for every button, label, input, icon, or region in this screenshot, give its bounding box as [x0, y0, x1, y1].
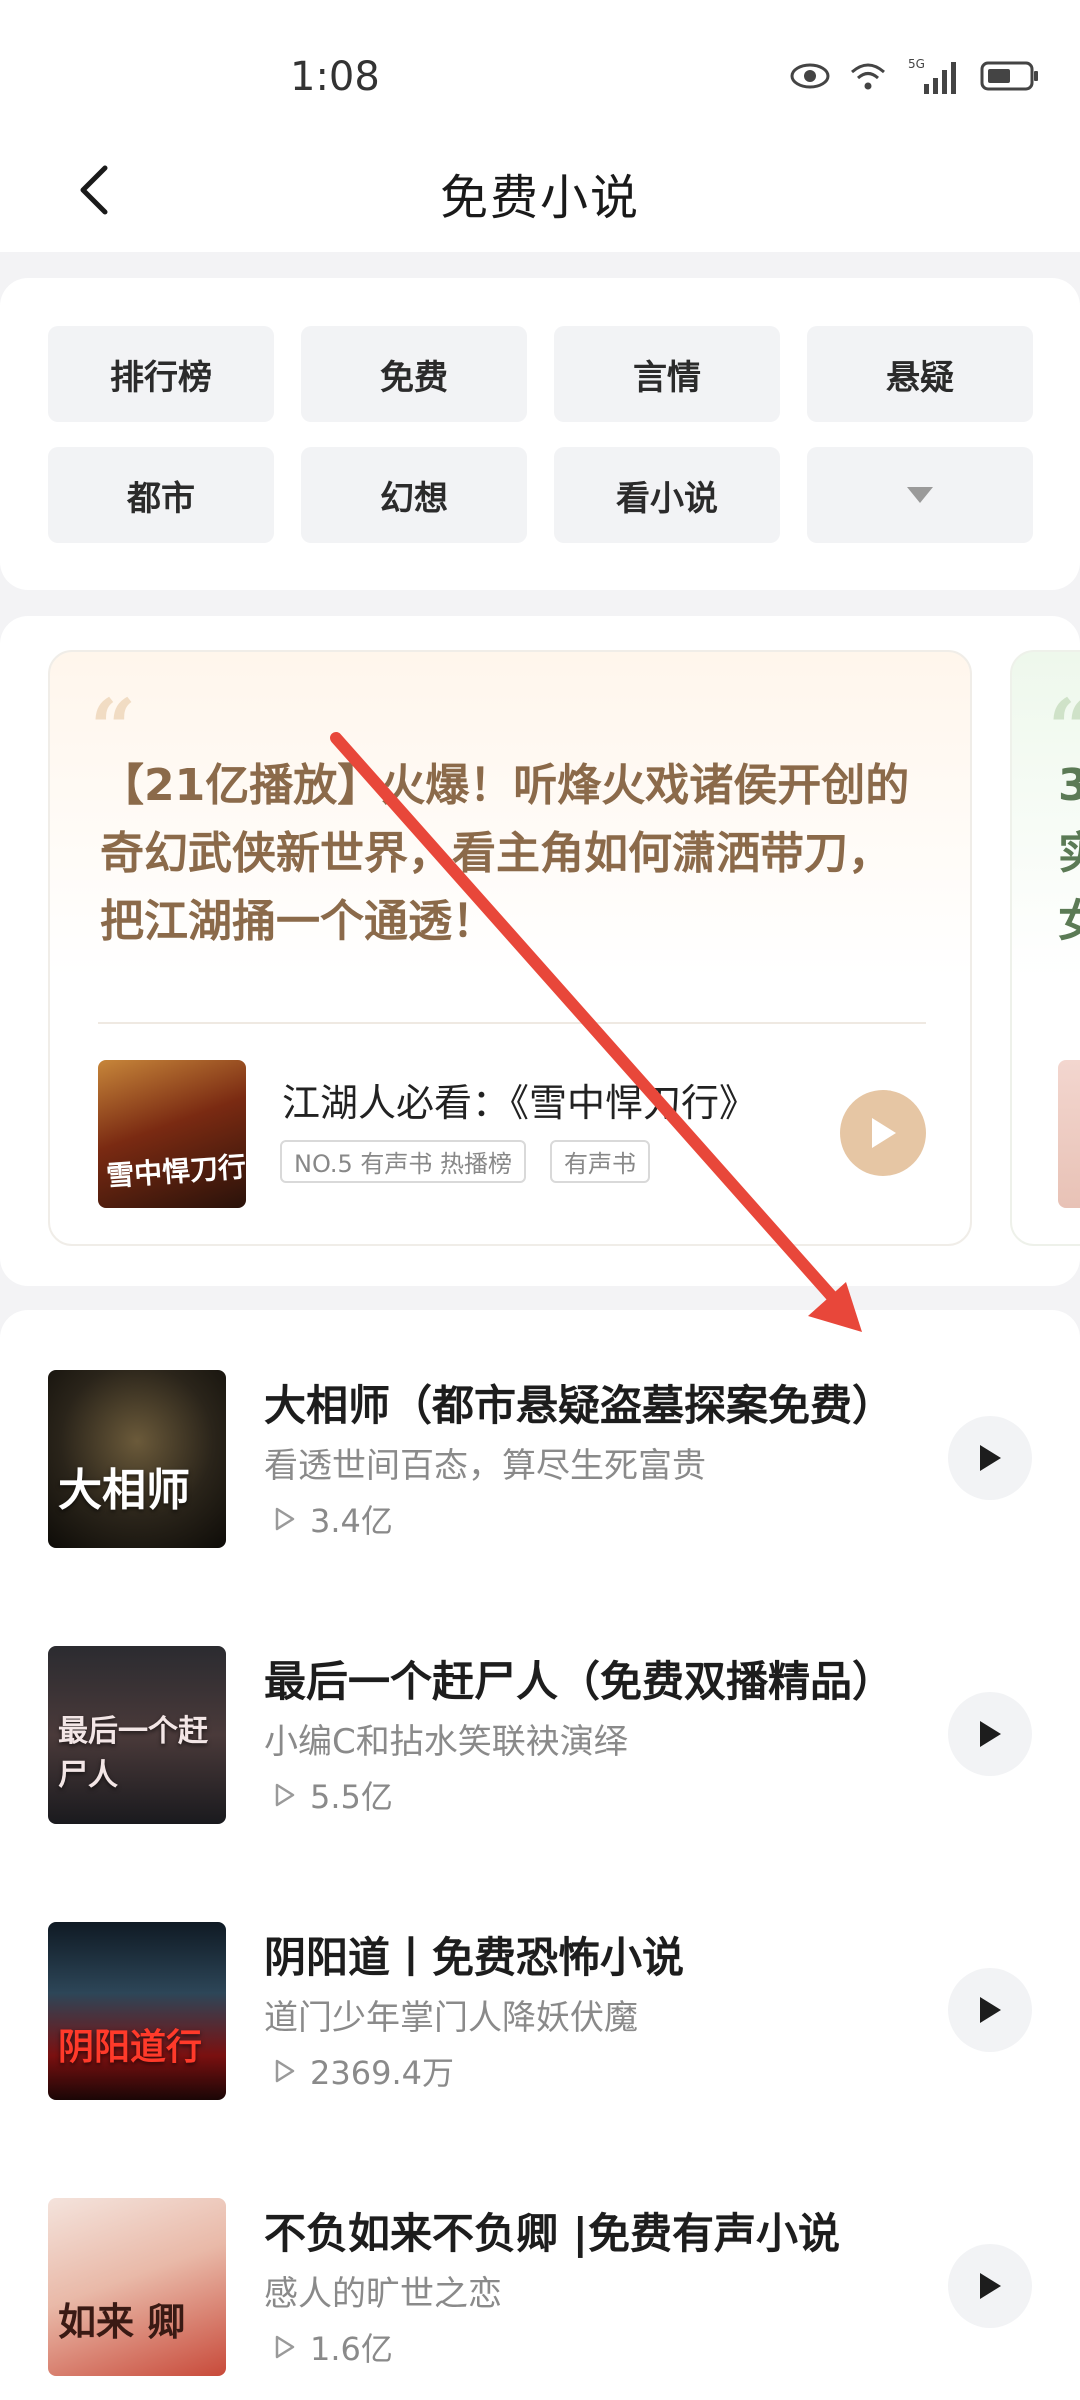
expand-categories-button[interactable] [807, 447, 1033, 543]
book-cover: 大相师 [48, 1370, 226, 1548]
triangle-down-icon [907, 487, 933, 503]
book-subtitle: 道门少年掌门人降妖伏魔 [264, 1998, 638, 2038]
play-count-value: 3.4亿 [310, 1502, 393, 1540]
book-subtitle: 感人的旷世之恋 [264, 2274, 502, 2314]
featured-quote: 【21亿播放】火爆！听烽火戏诸侯开创的奇幻武侠新世界，看主角如何潇洒带刀，把江湖… [100, 760, 910, 947]
status-icons: 5G [790, 56, 1040, 100]
book-cover: 最后一个赶尸人 [48, 1646, 226, 1824]
category-fantasy[interactable]: 幻想 [301, 447, 527, 543]
cover-title-text: 最后一个赶尸人 [58, 1714, 208, 1793]
eye-icon [790, 62, 830, 94]
list-item[interactable]: 大相师 大相师（都市悬疑盗墓探案免费） 看透世间百态，算尽生死富贵 3.4亿 [0, 1310, 1080, 1548]
play-button[interactable] [948, 1692, 1032, 1776]
play-count-value: 1.6亿 [310, 2330, 393, 2368]
book-title: 不负如来不负卿 |免费有声小说 [264, 2209, 840, 2258]
play-icon [980, 2273, 1001, 2299]
book-list: 大相师 大相师（都市悬疑盗墓探案免费） 看透世间百态，算尽生死富贵 3.4亿 最… [0, 1310, 1080, 2400]
play-count: 3.4亿 [274, 1496, 393, 1542]
book-title: 最后一个赶尸人（免费双播精品） [264, 1657, 895, 1706]
play-icon [980, 1721, 1001, 1747]
play-count-value: 5.5亿 [310, 1778, 393, 1816]
play-icon [980, 1445, 1001, 1471]
play-button[interactable] [948, 1416, 1032, 1500]
play-outline-icon [275, 2059, 295, 2083]
battery-icon [980, 60, 1040, 96]
category-romance[interactable]: 言情 [554, 326, 780, 422]
cover-title-text: 雪中悍刀行 [105, 1150, 246, 1193]
category-free[interactable]: 免费 [301, 326, 527, 422]
cover-title-text: 大相师 [58, 1465, 190, 1516]
list-item[interactable]: 最后一个赶尸人 最后一个赶尸人（免费双播精品） 小编C和拈水笑联袂演绎 5.5亿 [0, 1586, 1080, 1824]
featured-play-button[interactable] [840, 1090, 926, 1176]
type-tag: 有声书 [550, 1140, 651, 1183]
featured-card[interactable]: “ 【21亿播放】火爆！听烽火戏诸侯开创的奇幻武侠新世界，看主角如何潇洒带刀，把… [48, 650, 972, 1246]
network-label: 5G [908, 57, 925, 71]
cover-title-text: 阴阳道行 [58, 2026, 203, 2068]
play-icon [872, 1118, 896, 1148]
category-read-novel[interactable]: 看小说 [554, 447, 780, 543]
play-outline-icon [275, 2335, 295, 2359]
book-subtitle: 看透世间百态，算尽生死富贵 [264, 1446, 706, 1486]
book-title: 大相师（都市悬疑盗墓探案免费） [264, 1381, 895, 1430]
category-ranking[interactable]: 排行榜 [48, 326, 274, 422]
list-item[interactable]: 如来 卿 不负如来不负卿 |免费有声小说 感人的旷世之恋 1.6亿 [0, 2138, 1080, 2376]
play-count: 2369.4万 [274, 2048, 454, 2094]
cellular-5g-icon: 5G [906, 56, 962, 100]
cover-title-text: 如来 卿 [58, 2299, 186, 2344]
play-outline-icon [275, 1507, 295, 1531]
top-bar: 1:08 5G 免费小说 [0, 0, 1080, 252]
next-card-cover [1058, 1060, 1080, 1208]
wifi-icon [848, 60, 888, 96]
play-button[interactable] [948, 1968, 1032, 2052]
play-count: 5.5亿 [274, 1772, 393, 1818]
status-time: 1:08 [290, 54, 380, 100]
book-cover: 阴阳道行 [48, 1922, 226, 2100]
next-card-text: 3实女 [1058, 760, 1080, 947]
divider [98, 1022, 926, 1024]
category-panel: 排行榜 免费 言情 悬疑 都市 幻想 看小说 [0, 278, 1080, 590]
category-grid: 排行榜 免费 言情 悬疑 都市 幻想 看小说 [48, 326, 1034, 543]
page-title: 免费小说 [439, 170, 640, 226]
category-mystery[interactable]: 悬疑 [807, 326, 1033, 422]
next-featured-card[interactable]: “ 3实女 [1010, 650, 1080, 1246]
play-outline-icon [275, 1783, 295, 1807]
category-urban[interactable]: 都市 [48, 447, 274, 543]
play-button[interactable] [948, 2244, 1032, 2328]
featured-tags: NO.5 有声书 热播榜 有声书 [280, 1140, 651, 1183]
book-subtitle: 小编C和拈水笑联袂演绎 [264, 1722, 628, 1762]
play-count: 1.6亿 [274, 2324, 393, 2370]
play-icon [980, 1997, 1001, 2023]
rank-tag: NO.5 有声书 热播榜 [280, 1140, 527, 1183]
book-title: 阴阳道丨免费恐怖小说 [264, 1933, 685, 1982]
book-cover: 如来 卿 [48, 2198, 226, 2376]
featured-book-cover[interactable]: 雪中悍刀行 [98, 1060, 246, 1208]
list-item[interactable]: 阴阳道行 阴阳道丨免费恐怖小说 道门少年掌门人降妖伏魔 2369.4万 [0, 1862, 1080, 2100]
featured-carousel[interactable]: “ 【21亿播放】火爆！听烽火戏诸侯开创的奇幻武侠新世界，看主角如何潇洒带刀，把… [0, 616, 1080, 1286]
featured-book-title[interactable]: 江湖人必看：《雪中悍刀行》 [282, 1072, 802, 1127]
play-count-value: 2369.4万 [310, 2054, 454, 2092]
